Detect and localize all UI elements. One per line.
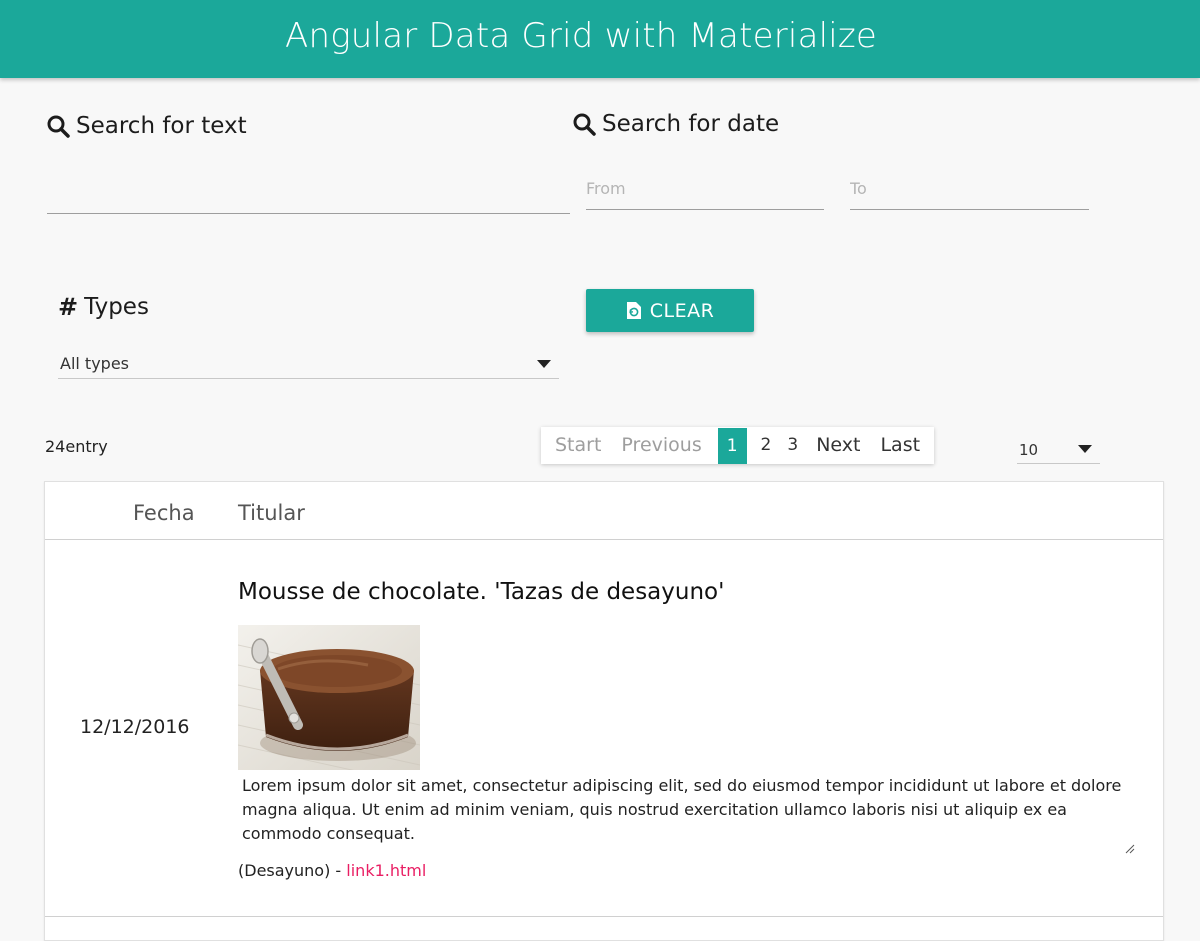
row-footer: (Desayuno) - link1.html: [238, 861, 426, 880]
date-to-input[interactable]: [850, 172, 1089, 210]
search-text-label: Search for text: [46, 113, 247, 139]
row-category: (Desayuno) -: [238, 861, 347, 880]
entry-count: 24entry: [45, 437, 108, 456]
types-label-text: Types: [84, 294, 149, 320]
pagination-page-3[interactable]: 3: [779, 427, 806, 464]
row-body-text: Lorem ipsum dolor sit amet, consectetur …: [238, 772, 1135, 858]
search-text-input[interactable]: [47, 180, 570, 214]
hash-icon: #: [58, 293, 79, 321]
caret-down-icon: [1078, 445, 1092, 453]
page-title: Angular Data Grid with Materialize: [285, 16, 878, 56]
clear-button[interactable]: CLEAR: [586, 289, 754, 332]
types-label: # Types: [58, 293, 149, 321]
search-icon: [47, 115, 70, 138]
app-header: Angular Data Grid with Materialize: [0, 0, 1200, 78]
pagination-page-1[interactable]: 1: [717, 427, 747, 464]
column-header-titular[interactable]: Titular: [238, 501, 305, 525]
types-select[interactable]: All types: [58, 354, 559, 379]
page-size-value: 10: [1019, 441, 1039, 459]
data-grid: Fecha Titular 12/12/2016 Mousse de choco…: [44, 481, 1164, 941]
pagination-page-2[interactable]: 2: [753, 427, 780, 464]
clear-button-label: CLEAR: [649, 299, 715, 322]
row-date: 12/12/2016: [80, 716, 190, 738]
pagination-last[interactable]: Last: [870, 427, 930, 464]
row-title: Mousse de chocolate. 'Tazas de desayuno': [238, 579, 725, 605]
search-date-label: Search for date: [572, 111, 779, 137]
search-date-label-text: Search for date: [602, 111, 780, 137]
date-from-input[interactable]: [586, 172, 824, 210]
row-link[interactable]: link1.html: [346, 861, 426, 880]
table-header: Fecha Titular: [45, 482, 1163, 540]
pagination: Start Previous 1 2 3 Next Last: [541, 427, 935, 464]
column-header-fecha[interactable]: Fecha: [133, 501, 195, 525]
resize-handle-icon[interactable]: [1125, 844, 1135, 854]
row-body: Lorem ipsum dolor sit amet, consectetur …: [242, 776, 1122, 843]
pagination-start[interactable]: Start: [545, 427, 611, 464]
row-image: [238, 625, 420, 770]
page-size-select[interactable]: 10: [1017, 439, 1100, 464]
search-text-label-text: Search for text: [76, 113, 247, 139]
pagination-previous[interactable]: Previous: [611, 427, 711, 464]
types-select-value: All types: [60, 354, 129, 373]
caret-down-icon: [537, 360, 551, 368]
row-divider: [45, 916, 1163, 917]
search-icon: [573, 113, 596, 136]
pagination-next[interactable]: Next: [806, 427, 870, 464]
reset-file-icon: [626, 302, 641, 319]
